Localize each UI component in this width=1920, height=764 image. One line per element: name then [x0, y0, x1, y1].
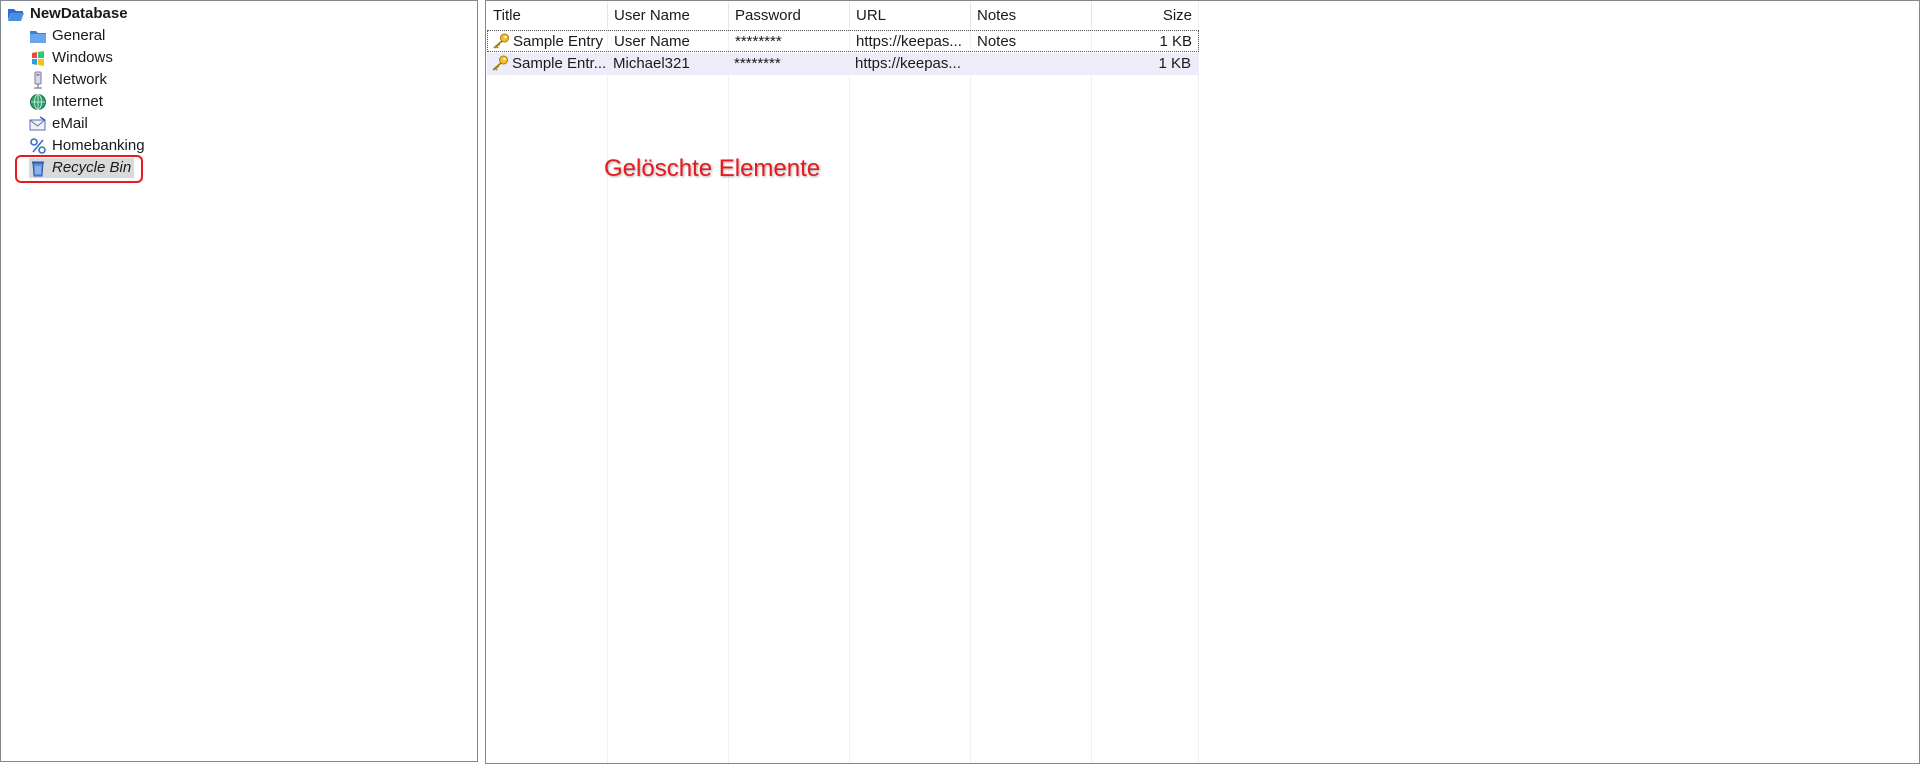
entry-title: Sample Entry [513, 33, 604, 50]
column-header-url[interactable]: URL [849, 4, 970, 28]
tree-item-label: eMail [52, 115, 88, 132]
tree-item-network[interactable]: Network [29, 70, 107, 90]
column-divider [1091, 1, 1092, 763]
tree-item-label: General [52, 27, 106, 44]
cell-size: 1 KB [1159, 33, 1192, 50]
column-divider [607, 1, 608, 763]
column-header-password[interactable]: Password [728, 4, 849, 28]
column-divider [1198, 1, 1199, 763]
cell-password: ******** [734, 55, 781, 72]
entry-title: Sample Entr... [512, 55, 607, 72]
tree-item-recycle-bin[interactable]: Recycle Bin [29, 158, 135, 178]
cell-username: Michael321 [613, 55, 690, 72]
column-header-username[interactable]: User Name [607, 4, 728, 28]
cell-url: https://keepas... [856, 33, 962, 50]
column-header-size[interactable]: Size [1091, 4, 1198, 28]
email-icon [29, 116, 46, 131]
cell-notes [970, 53, 1091, 75]
entry-list-panel[interactable]: Title User Name Password URL Notes Size … [485, 0, 1920, 764]
tree-item-label: Homebanking [52, 137, 145, 154]
cell-title: Sample Entr... [487, 53, 607, 75]
table-row[interactable]: Sample Entr... Michael321 ******** https… [487, 53, 1199, 75]
tree-item-label: Internet [52, 93, 103, 110]
column-header-title[interactable]: Title [486, 4, 607, 28]
tree-item-general[interactable]: General [29, 26, 105, 46]
table-row[interactable]: Sample Entry User Name ******** https://… [487, 30, 1199, 52]
key-icon [492, 55, 508, 71]
cell-title: Sample Entry [488, 31, 608, 53]
column-divider [970, 1, 971, 763]
tree-item-email[interactable]: eMail [29, 114, 88, 134]
tree-item-label: Windows [52, 49, 113, 66]
tree-item-windows[interactable]: Windows [29, 48, 113, 68]
cell-notes: Notes [977, 33, 1017, 50]
cell-size: 1 KB [1158, 55, 1191, 72]
tree-root-newdatabase[interactable]: NewDatabase [7, 4, 128, 24]
group-tree-panel[interactable]: NewDatabase General Windows Network Inte… [0, 0, 478, 762]
column-divider [728, 1, 729, 763]
tree-item-label: Recycle Bin [52, 159, 132, 176]
cell-url: https://keepas... [855, 55, 961, 72]
tree-item-internet[interactable]: Internet [29, 92, 103, 112]
tree-item-homebanking[interactable]: Homebanking [29, 136, 145, 156]
annotation-label: Gelöschte Elemente [604, 155, 821, 182]
network-icon [34, 71, 42, 89]
cell-password: ******** [735, 33, 782, 50]
folder-icon [30, 31, 46, 43]
globe-icon [30, 94, 46, 110]
tree-item-label: Network [52, 71, 108, 88]
windows-icon [32, 51, 44, 66]
percent-icon [30, 138, 46, 154]
column-divider [849, 1, 850, 763]
folder-open-icon [8, 9, 24, 21]
key-icon [493, 33, 509, 49]
column-header-notes[interactable]: Notes [970, 4, 1091, 28]
app-window: NewDatabase General Windows Network Inte… [0, 0, 1920, 764]
tree-root-label: NewDatabase [30, 5, 128, 22]
recycle-bin-icon [32, 161, 44, 177]
cell-username: User Name [614, 33, 690, 50]
